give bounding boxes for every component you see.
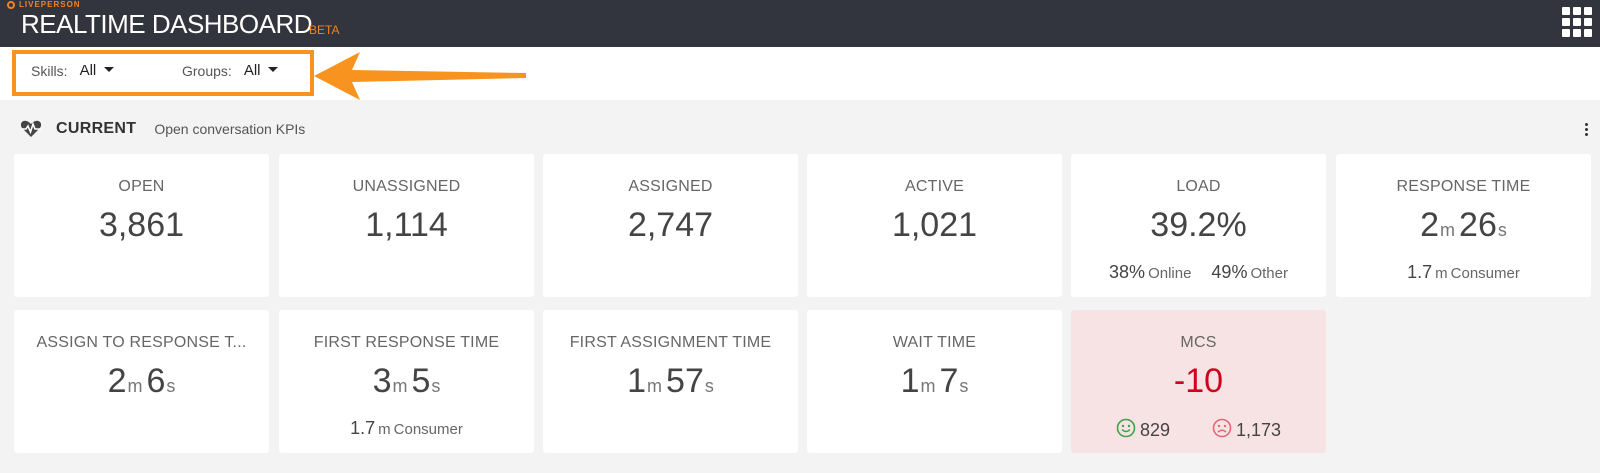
kpi-card-active[interactable]: ACTIVE 1,021 xyxy=(807,154,1062,297)
brand-logo: LIVEPERSON xyxy=(7,0,81,9)
annotation-arrow xyxy=(314,52,526,100)
kpi-card-assign-to-response[interactable]: ASSIGN TO RESPONSE T... 2m 6s xyxy=(14,310,269,453)
kpi-value: 39.2% xyxy=(1150,206,1247,244)
kpi-card-first-response-time[interactable]: FIRST RESPONSE TIME 3m 5s 1.7 m Consumer xyxy=(279,310,534,453)
kpi-card-response-time[interactable]: RESPONSE TIME 2m 26s 1.7 m Consumer xyxy=(1336,154,1591,297)
kpi-card-open[interactable]: OPEN 3,861 xyxy=(14,154,269,297)
kpi-value: 2,747 xyxy=(627,206,714,244)
kpi-title: FIRST ASSIGNMENT TIME xyxy=(569,334,772,351)
kpi-value: -10 xyxy=(1173,362,1224,400)
mcs-positive: 829 xyxy=(1116,418,1170,441)
kpi-title: ASSIGNED xyxy=(628,178,713,195)
kpi-value: 1m 7s xyxy=(900,362,969,400)
kpi-card-wait-time[interactable]: WAIT TIME 1m 7s xyxy=(807,310,1062,453)
kpi-title: MCS xyxy=(1180,334,1217,351)
kpi-value: 2m 26s xyxy=(1420,206,1507,244)
kpi-value: 2m 6s xyxy=(107,362,176,400)
brand-name: LIVEPERSON xyxy=(19,0,81,9)
kpi-title: ACTIVE xyxy=(905,178,964,195)
groups-filter-value[interactable]: All xyxy=(244,62,261,79)
kpi-title: LOAD xyxy=(1176,178,1221,195)
load-online: 38% Online xyxy=(1109,262,1192,282)
heart-pulse-icon xyxy=(20,120,42,137)
section-subtitle: Open conversation KPIs xyxy=(154,121,306,137)
mcs-breakdown: 829 1,173 xyxy=(1071,418,1326,441)
kpi-value: 3m 5s xyxy=(372,362,441,400)
kpi-consumer: 1.7 m Consumer xyxy=(350,418,463,438)
load-other: 49% Other xyxy=(1211,262,1288,282)
kpi-title: FIRST RESPONSE TIME xyxy=(313,334,500,351)
section-title: CURRENT xyxy=(56,120,137,137)
skills-filter-value[interactable]: All xyxy=(80,62,97,79)
kpi-value: 1m 57s xyxy=(627,362,714,400)
beta-badge: BETA xyxy=(309,23,340,37)
skills-filter-label: Skills: xyxy=(31,62,68,79)
app-title: REALTIME DASHBOARD xyxy=(21,9,313,39)
grid-apps-icon[interactable] xyxy=(1562,7,1592,37)
smiley-sad-icon xyxy=(1212,418,1232,438)
kpi-value: 1,021 xyxy=(891,206,978,244)
kpi-title: UNASSIGNED xyxy=(352,178,461,195)
kpi-title: WAIT TIME xyxy=(892,334,977,351)
kpi-breakdown: 38% Online 49% Other xyxy=(1071,262,1326,283)
chevron-down-icon[interactable] xyxy=(104,67,115,72)
kpi-value: 3,861 xyxy=(98,206,185,244)
kpi-title: ASSIGN TO RESPONSE T... xyxy=(36,334,247,351)
kpi-consumer: 1.7 m Consumer xyxy=(1407,262,1520,282)
mcs-negative: 1,173 xyxy=(1212,418,1281,441)
groups-filter[interactable]: Groups: All xyxy=(182,62,279,79)
kpi-title: RESPONSE TIME xyxy=(1396,178,1531,195)
kpi-title: OPEN xyxy=(118,178,165,195)
kpi-card-first-assignment-time[interactable]: FIRST ASSIGNMENT TIME 1m 57s xyxy=(543,310,798,453)
kpi-card-unassigned[interactable]: UNASSIGNED 1,114 xyxy=(279,154,534,297)
section-header: CURRENT Open conversation KPIs xyxy=(20,120,305,138)
liveperson-logo-icon xyxy=(7,0,15,9)
kpi-card-load[interactable]: LOAD 39.2% 38% Online 49% Other xyxy=(1071,154,1326,297)
skills-filter[interactable]: Skills: All xyxy=(31,62,115,79)
more-options-icon[interactable] xyxy=(1585,123,1588,136)
groups-filter-label: Groups: xyxy=(182,62,232,79)
chevron-down-icon[interactable] xyxy=(268,67,279,72)
kpi-value: 1,114 xyxy=(365,206,448,244)
top-bar: LIVEPERSON REALTIME DASHBOARD BETA xyxy=(0,0,1600,47)
kpi-card-assigned[interactable]: ASSIGNED 2,747 xyxy=(543,154,798,297)
kpi-card-mcs[interactable]: MCS -10 829 1,173 xyxy=(1071,310,1326,453)
smiley-happy-icon xyxy=(1116,418,1136,438)
